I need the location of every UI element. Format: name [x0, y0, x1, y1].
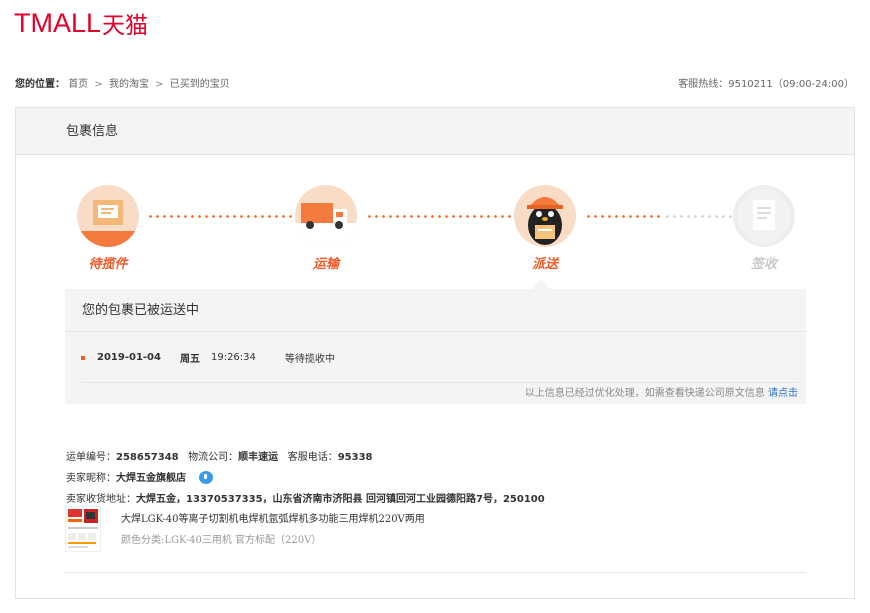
progress-connector	[366, 215, 515, 218]
step-label-signed: 签收	[750, 257, 777, 272]
tmall-logo[interactable]: TMALL 天猫	[14, 6, 148, 40]
truck-icon	[295, 185, 357, 247]
event-time: 19:26:34	[210, 352, 256, 363]
step-transport: 运输	[291, 185, 361, 272]
breadcrumb-my-taobao[interactable]: 我的淘宝	[109, 79, 149, 90]
shipment-line: 运单编号：258657348 物流公司：顺丰速运 客服电话：95338	[66, 448, 373, 463]
address-label: 卖家收货地址：	[66, 494, 136, 505]
step-pickup: 待揽件	[73, 185, 143, 272]
event-weekday: 周五	[179, 354, 200, 365]
progress-steps: 待揽件 运输 派送 签收	[16, 185, 856, 280]
product-title[interactable]: 大焊LGK-40等离子切割机电焊机氩弧焊机多功能三用焊机220V两用	[121, 510, 425, 525]
breadcrumb-home[interactable]: 首页	[68, 79, 88, 90]
package-icon	[77, 185, 139, 247]
step-label-delivery: 派送	[531, 257, 558, 272]
address-line: 卖家收货地址：大焊五金，13370537335，山东省济南市济阳县 回河镇回河工…	[66, 490, 545, 505]
seller-address: 大焊五金，13370537335，山东省济南市济阳县 回河镇回河工业园德阳路7号…	[136, 494, 545, 505]
seller-label: 卖家昵称：	[66, 473, 116, 484]
breadcrumb-sep: >	[155, 79, 164, 90]
carrier-name: 顺丰速运	[238, 452, 279, 463]
product-thumbnail[interactable]	[65, 506, 101, 552]
event-desc: 等待揽收中	[284, 354, 335, 365]
breadcrumb-label: 您的位置：	[15, 79, 65, 90]
progress-connector	[147, 215, 294, 218]
tracking-status-box: 您的包裹已被运送中 2019-01-04 周五 19:26:34 等待揽收中 以…	[65, 280, 806, 404]
waybill-number: 258657348	[116, 452, 179, 463]
seller-name[interactable]: 大焊五金旗舰店	[116, 473, 186, 484]
tracking-event: 2019-01-04 周五 19:26:34 等待揽收中	[81, 350, 335, 365]
divider	[65, 572, 806, 573]
event-date: 2019-01-04	[97, 352, 161, 363]
progress-connector	[585, 215, 664, 218]
footnote-text: 以上信息已经过优化处理，如需查看快递公司原文信息	[524, 388, 765, 399]
original-info-link[interactable]: 请点击	[768, 388, 798, 399]
step-signed: 签收	[729, 185, 799, 272]
breadcrumb-sep: >	[94, 79, 103, 90]
package-info-panel: 包裹信息 待揽件 运输 派送 签收 您的包裹已被运送中 2019-01-04 周…	[15, 107, 855, 599]
step-delivery: 派送	[510, 185, 580, 272]
progress-connector-pending	[664, 215, 732, 218]
step-label-pickup: 待揽件	[88, 257, 128, 272]
breadcrumb-purchased[interactable]: 已买到的宝贝	[170, 79, 230, 90]
tmall-wordmark: TMALL	[14, 7, 102, 38]
signed-paper-icon	[733, 185, 795, 247]
breadcrumb: 您的位置： 首页 > 我的淘宝 > 已买到的宝贝	[15, 75, 230, 90]
panel-title: 包裹信息	[16, 108, 854, 155]
service-hotline: 客服热线：9510211（09:00-24:00）	[678, 79, 854, 90]
wangwang-chat-icon[interactable]	[199, 471, 214, 484]
carrier-phone: 95338	[337, 452, 373, 463]
waybill-label: 运单编号：	[66, 452, 116, 463]
tmall-cn-wordmark: 天猫	[102, 13, 149, 39]
seller-line: 卖家昵称：大焊五金旗舰店	[66, 469, 214, 484]
step-label-transport: 运输	[312, 257, 339, 272]
event-bullet	[81, 355, 85, 360]
carrier-label: 物流公司：	[188, 452, 239, 463]
status-title: 您的包裹已被运送中	[65, 289, 806, 332]
phone-label: 客服电话：	[287, 452, 338, 463]
product-spec: 颜色分类:LGK-40三用机 官方标配（220V）	[121, 535, 322, 546]
courier-penguin-icon	[514, 185, 576, 247]
status-footnote: 以上信息已经过优化处理，如需查看快递公司原文信息 请点击	[81, 382, 798, 404]
